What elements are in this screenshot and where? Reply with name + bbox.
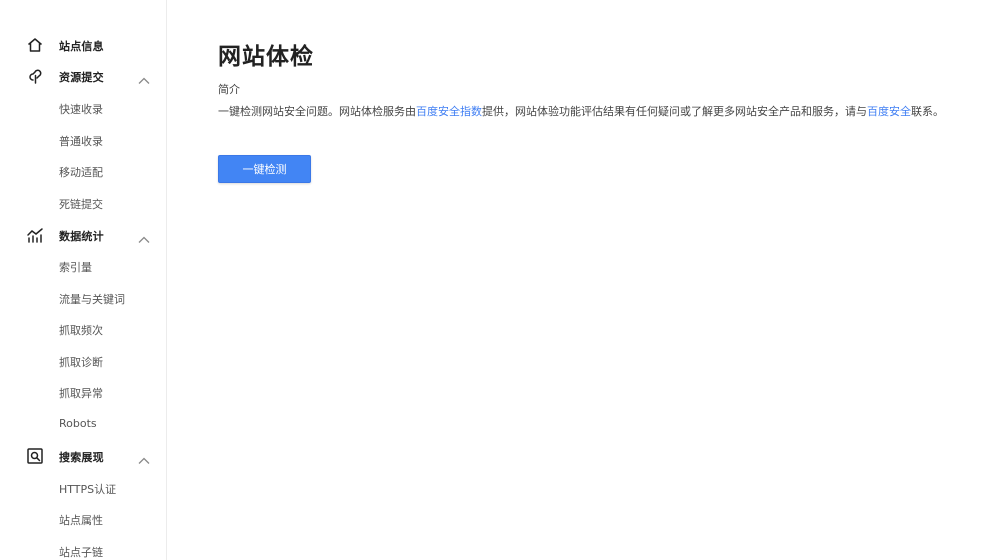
- sidebar-item-site-info[interactable]: 站点信息: [0, 34, 166, 58]
- chevron-up-icon[interactable]: [137, 230, 151, 243]
- intro-text: 一键检测网站安全问题。网站体检服务由百度安全指数提供，网站体验功能评估结果有任何…: [218, 103, 944, 119]
- chevron-up-icon[interactable]: [137, 451, 151, 464]
- sidebar-group-resource-submit[interactable]: 资源提交: [0, 65, 166, 89]
- sidebar-item-label: 站点信息: [59, 40, 104, 53]
- chevron-up-icon[interactable]: [137, 71, 151, 84]
- sidebar-item-mobile-adapt[interactable]: 移动适配: [59, 164, 103, 180]
- sidebar-group-label: 搜索展现: [59, 451, 104, 464]
- intro-text-part: 一键检测网站安全问题。网站体检服务由: [218, 105, 416, 118]
- baidu-security-link[interactable]: 百度安全: [867, 105, 911, 118]
- sidebar-group-label: 资源提交: [59, 71, 104, 84]
- main-content: 网站体检 简介 一键检测网站安全问题。网站体检服务由百度安全指数提供，网站体验功…: [218, 0, 1000, 560]
- sidebar-item-https[interactable]: HTTPS认证: [59, 481, 116, 497]
- intro-text-part: 联系。: [911, 105, 944, 118]
- one-click-check-button[interactable]: 一键检测: [218, 155, 311, 183]
- sidebar-item-dead-link[interactable]: 死链提交: [59, 196, 103, 212]
- baidu-security-index-link[interactable]: 百度安全指数: [416, 105, 482, 118]
- page-title: 网站体检: [218, 44, 314, 70]
- sidebar-item-normal-index[interactable]: 普通收录: [59, 133, 103, 149]
- home-icon: [26, 36, 44, 54]
- sidebar: 站点信息 资源提交 快速收录 普通收录 移动适配 死链提交 数据统计 索引量 流…: [0, 0, 167, 560]
- sidebar-item-traffic-keywords[interactable]: 流量与关键词: [59, 291, 125, 307]
- stats-icon: [26, 226, 44, 244]
- sidebar-group-data-stats[interactable]: 数据统计: [0, 224, 166, 248]
- sidebar-item-quick-index[interactable]: 快速收录: [59, 101, 103, 117]
- sidebar-group-search-display[interactable]: 搜索展现: [0, 445, 166, 469]
- link-icon: [26, 67, 44, 85]
- sidebar-item-index-count[interactable]: 索引量: [59, 259, 92, 275]
- sidebar-item-crawl-frequency[interactable]: 抓取频次: [59, 322, 103, 338]
- intro-heading: 简介: [218, 83, 240, 96]
- intro-text-part: 提供，网站体验功能评估结果有任何疑问或了解更多网站安全产品和服务，请与: [482, 105, 867, 118]
- sidebar-item-robots[interactable]: Robots: [59, 417, 97, 430]
- sidebar-item-site-attributes[interactable]: 站点属性: [59, 512, 103, 528]
- sidebar-item-sitelinks[interactable]: 站点子链: [59, 544, 103, 560]
- sidebar-item-crawl-error[interactable]: 抓取异常: [59, 385, 103, 401]
- sidebar-item-crawl-diagnosis[interactable]: 抓取诊断: [59, 354, 103, 370]
- search-display-icon: [26, 447, 44, 465]
- sidebar-group-label: 数据统计: [59, 230, 104, 243]
